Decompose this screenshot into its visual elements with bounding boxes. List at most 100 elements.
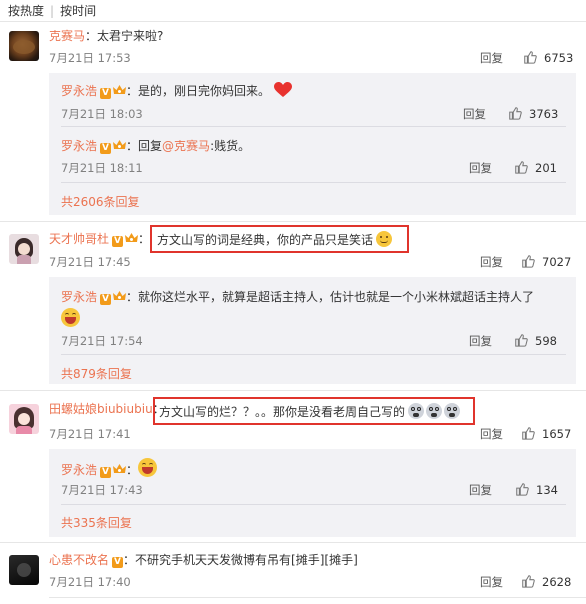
comment-text-wrap: 方文山写的烂？？。。那你是没看老周自己写的 (159, 403, 461, 420)
reply-username[interactable]: 罗永浩 (61, 84, 97, 98)
tab-sort-by-hot[interactable]: 按热度 (8, 4, 44, 18)
like-count: 134 (536, 483, 558, 497)
reply-line: 罗永浩 V： (61, 458, 158, 478)
like-button[interactable]: 134 (515, 482, 558, 497)
thumbs-up-icon (524, 51, 537, 64)
like-button[interactable]: 201 (514, 160, 557, 175)
comment-line: 克赛马：太君宁来啦? (49, 29, 164, 43)
reply-username[interactable]: 罗永浩 (61, 463, 97, 477)
divider (61, 354, 566, 355)
reply-line: 罗永浩 V ：就你这烂水平，就算是超话主持人，估计也就是一个小米林斌超话主持人了 (61, 290, 535, 305)
comment-time: 7月21日 17:53 (49, 51, 131, 65)
thumbs-up-icon (515, 334, 528, 347)
laughing-emoji-icon (61, 308, 80, 327)
thumbs-up-icon (522, 575, 535, 588)
crying-emoji-icon (426, 403, 443, 419)
avatar[interactable] (9, 404, 39, 434)
view-all-replies-link[interactable]: 共879条回复 (61, 365, 132, 382)
avatar[interactable] (9, 31, 39, 61)
reply-time: 7月21日 17:43 (61, 483, 143, 497)
divider (0, 21, 586, 22)
thumbs-up-icon (522, 255, 535, 268)
verified-icon: V (112, 557, 124, 568)
divider (61, 126, 566, 127)
reply-button[interactable]: 回复 (480, 426, 503, 442)
reply-button[interactable]: 回复 (469, 482, 492, 498)
comment-time: 7月21日 17:45 (49, 255, 131, 269)
smile-emoji-icon (376, 231, 393, 247)
reply-time: 7月21日 18:03 (61, 107, 143, 121)
reply-button[interactable]: 回复 (480, 574, 503, 590)
like-count: 3763 (529, 107, 559, 121)
reply-time: 7月21日 17:54 (61, 334, 143, 348)
comment-line: 天才帅哥杜 V： (49, 232, 151, 247)
reply-username[interactable]: 罗永浩 (61, 290, 97, 304)
avatar[interactable] (9, 555, 39, 585)
reply-button[interactable]: 回复 (469, 160, 492, 176)
verified-icon: V (100, 143, 112, 154)
comment-time: 7月21日 17:41 (49, 427, 131, 441)
reply-text: :贱货。 (210, 139, 251, 153)
reply-text: 是的，刚日完你妈回来。 (138, 84, 271, 98)
crying-emoji-icon (408, 403, 425, 419)
like-button[interactable]: 3763 (508, 106, 558, 121)
tab-sort-by-time[interactable]: 按时间 (60, 4, 96, 18)
reply-text: 就你这烂水平，就算是超话主持人，估计也就是一个小米林斌超话主持人了 (138, 290, 535, 304)
thumbs-up-icon (509, 107, 522, 120)
mention-link[interactable]: @克赛马 (162, 139, 210, 153)
divider (0, 390, 586, 391)
like-button[interactable]: 1657 (521, 426, 571, 441)
comment-text: 太君宁来啦? (97, 29, 164, 43)
heart-emoji-icon (273, 82, 292, 97)
like-count: 598 (535, 334, 557, 348)
reply-time: 7月21日 18:11 (61, 161, 143, 175)
verified-icon: V (112, 236, 124, 247)
like-button[interactable]: 598 (514, 333, 557, 348)
view-all-replies-link[interactable]: 共2606条回复 (61, 193, 140, 210)
avatar[interactable] (9, 234, 39, 264)
sort-tabs: 按热度 | 按时间 (8, 2, 100, 20)
comment-time: 7月21日 17:40 (49, 575, 131, 589)
tab-separator: | (50, 4, 55, 18)
reply-button[interactable]: 回复 (469, 333, 492, 349)
reply-line: 罗永浩 V ：回复@克赛马:贱货。 (61, 139, 251, 154)
divider (0, 542, 586, 543)
verified-icon: V (100, 294, 112, 305)
laughing-emoji-icon (138, 458, 158, 477)
verified-icon: V (100, 467, 112, 478)
thumbs-up-icon (516, 483, 529, 496)
crown-icon (113, 140, 127, 149)
view-all-replies-link[interactable]: 共335条回复 (61, 514, 132, 531)
comment-text: 方文山写的烂？？。。那你是没看老周自己写的 (159, 405, 406, 419)
like-button[interactable]: 2628 (521, 574, 571, 589)
comment-username[interactable]: 天才帅哥杜 (49, 232, 109, 246)
thumbs-up-icon (522, 427, 535, 440)
like-count: 201 (535, 161, 557, 175)
crying-emoji-icon (444, 403, 461, 419)
reply-username[interactable]: 罗永浩 (61, 139, 97, 153)
like-count: 1657 (542, 427, 572, 441)
reply-button[interactable]: 回复 (480, 50, 503, 66)
comment-text: 方文山写的词是经典，你的产品只是笑话 (157, 233, 374, 247)
reply-prefix: 回复 (138, 139, 163, 153)
crown-icon (113, 464, 127, 473)
divider (61, 504, 566, 505)
comment-line: 田螺姑娘biubiubiu： (49, 402, 165, 416)
thumbs-up-icon (515, 161, 528, 174)
comment-text: 不研究手机天天发微博有吊有[摊手][摊手] (135, 553, 358, 567)
reply-line: 罗永浩 V ：是的，刚日完你妈回来。 (61, 82, 292, 99)
comment-username[interactable]: 田螺姑娘biubiubiu (49, 402, 153, 416)
reply-button[interactable]: 回复 (463, 106, 486, 122)
like-button[interactable]: 6753 (523, 50, 573, 65)
comment-text-wrap: 方文山写的词是经典，你的产品只是笑话 (157, 231, 393, 248)
comment-line: 心患不改名 V ：不研究手机天天发微博有吊有[摊手][摊手] (49, 553, 358, 568)
reply-button[interactable]: 回复 (480, 254, 503, 270)
crown-icon (125, 233, 139, 242)
comment-username[interactable]: 克赛马 (49, 29, 85, 43)
crown-icon (113, 85, 127, 94)
like-count: 2628 (542, 575, 572, 589)
comment-username[interactable]: 心患不改名 (49, 553, 109, 567)
crown-icon (113, 291, 127, 300)
like-button[interactable]: 7027 (521, 254, 571, 269)
divider (61, 182, 566, 183)
